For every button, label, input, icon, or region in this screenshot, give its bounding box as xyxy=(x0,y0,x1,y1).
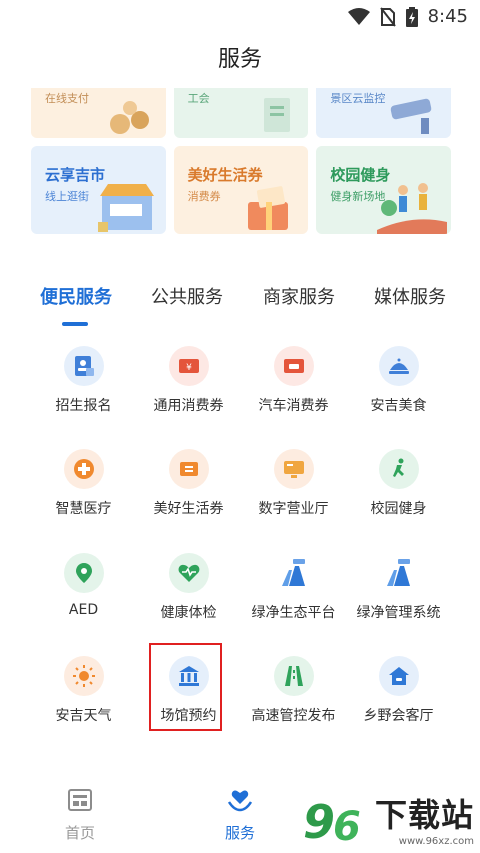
service-label: 通用消费券 xyxy=(153,398,224,414)
banner-campus-fitness[interactable]: 校园健身 健身新场地 xyxy=(316,146,452,234)
service-rural-lounge[interactable]: 乡野会客厅 xyxy=(346,656,451,725)
banner-row-top: 在线支付 工会 景区云监控 xyxy=(31,88,452,138)
nav-label: 首页 xyxy=(64,824,95,842)
nav-home[interactable]: 首页 xyxy=(40,788,120,843)
service-general-coupon[interactable]: ¥ 通用消费券 xyxy=(136,346,241,415)
service-label: 美好生活券 xyxy=(153,501,224,517)
banner-scenic-monitor[interactable]: 景区云监控 xyxy=(316,88,452,138)
service-good-life-coupon[interactable]: 美好生活券 xyxy=(136,449,241,518)
tab-underline xyxy=(62,322,88,326)
home-icon xyxy=(68,789,92,811)
service-highway-control[interactable]: 高速管控发布 xyxy=(241,656,346,725)
service-label: 安吉美食 xyxy=(370,398,427,414)
page-title: 服务 xyxy=(217,47,262,72)
service-label: 绿净生态平台 xyxy=(251,605,336,621)
document-icon xyxy=(264,98,291,132)
status-bar: 8:45 xyxy=(0,0,480,34)
tv-icon xyxy=(273,449,314,489)
svg-text:9: 9 xyxy=(303,795,335,844)
service-health-check[interactable]: 健康体检 xyxy=(136,553,241,622)
tab-merchant[interactable]: 商家服务 xyxy=(263,283,335,309)
service-food[interactable]: 安吉美食 xyxy=(346,346,451,415)
running-icon xyxy=(378,449,419,489)
banner-subtitle: 工会 xyxy=(187,92,210,105)
banner-cloud-market[interactable]: 云享吉市 线上逛街 xyxy=(31,146,166,234)
tab-media[interactable]: 媒体服务 xyxy=(374,283,446,309)
gift-box-icon xyxy=(248,186,289,230)
battery-charging-icon xyxy=(405,6,418,27)
service-heart-icon xyxy=(227,790,253,812)
coupon-icon: ¥ xyxy=(168,346,209,386)
coins-icon xyxy=(109,101,149,134)
service-label: 智慧医疗 xyxy=(55,501,112,517)
medical-icon xyxy=(63,449,104,489)
banner-subtitle: 消费券 xyxy=(187,190,221,203)
svg-text:¥: ¥ xyxy=(186,363,192,373)
service-label: 招生报名 xyxy=(55,398,112,414)
service-label: AED xyxy=(68,602,99,618)
banner-subtitle: 线上逛街 xyxy=(45,190,89,203)
service-label: 健康体检 xyxy=(160,605,217,621)
banner-subtitle: 景区云监控 xyxy=(330,92,386,105)
title-bar: 服务 xyxy=(0,40,480,80)
service-label: 汽车消费券 xyxy=(258,398,329,414)
service-car-coupon[interactable]: 汽车消费券 xyxy=(241,346,346,415)
service-label: 绿净管理系统 xyxy=(356,605,441,621)
watermark-96-icon: 9 6 xyxy=(303,795,361,844)
highlight-box xyxy=(149,643,222,731)
tab-convenience[interactable]: 便民服务 xyxy=(40,283,112,309)
service-eco-platform[interactable]: 绿净生态平台 xyxy=(241,553,346,622)
nav-label: 服务 xyxy=(224,824,255,842)
ticket-icon xyxy=(168,449,209,489)
service-weather[interactable]: 安吉天气 xyxy=(31,656,136,725)
sun-icon xyxy=(63,656,104,696)
service-label: 高速管控发布 xyxy=(251,708,336,724)
banner-good-life-coupon[interactable]: 美好生活券 消费券 xyxy=(173,146,309,234)
road-icon xyxy=(379,553,419,593)
service-label: 校园健身 xyxy=(370,501,427,517)
service-label: 安吉天气 xyxy=(55,708,112,724)
banner-union[interactable]: 工会 xyxy=(173,88,309,138)
highway-icon xyxy=(273,656,314,696)
shop-icon xyxy=(97,184,154,232)
service-label: 数字营业厅 xyxy=(258,501,329,517)
nav-service[interactable]: 服务 xyxy=(200,788,280,843)
svg-text:6: 6 xyxy=(333,804,361,844)
car-coupon-icon xyxy=(273,346,314,386)
service-eco-management[interactable]: 绿净管理系统 xyxy=(346,553,451,622)
camera-icon xyxy=(390,98,432,134)
status-icons: 8:45 xyxy=(347,6,468,27)
watermark-text: 下载站 xyxy=(374,796,474,834)
watermark-logo: 9 6 下载站 www.96xz.com xyxy=(303,790,474,848)
service-aed[interactable]: AED xyxy=(31,553,136,618)
runners-icon xyxy=(377,183,448,234)
banner-row: 云享吉市 线上逛街 美好生活券 消费券 校园健身 健身新场地 xyxy=(31,146,452,234)
house-icon xyxy=(378,656,419,696)
no-sim-icon xyxy=(379,6,396,27)
wifi-icon xyxy=(347,7,370,25)
watermark-url: www.96xz.com xyxy=(398,836,474,847)
tab-public[interactable]: 公共服务 xyxy=(151,283,223,309)
road-icon xyxy=(274,553,314,593)
service-digital-hall[interactable]: 数字营业厅 xyxy=(241,449,346,518)
service-label: 乡野会客厅 xyxy=(363,708,434,724)
service-campus-fitness[interactable]: 校园健身 xyxy=(346,449,451,518)
banner-subtitle: 在线支付 xyxy=(45,92,89,105)
food-icon xyxy=(378,346,419,386)
heart-pulse-icon xyxy=(168,553,209,593)
status-time: 8:45 xyxy=(427,6,468,27)
service-tabs: 便民服务 公共服务 商家服务 媒体服务 xyxy=(31,283,451,326)
enrollment-icon xyxy=(63,346,104,386)
location-pin-icon xyxy=(63,553,104,593)
service-smart-medical[interactable]: 智慧医疗 xyxy=(31,449,136,518)
service-enrollment[interactable]: 招生报名 xyxy=(31,346,136,415)
banner-online-payment[interactable]: 在线支付 xyxy=(31,88,166,138)
